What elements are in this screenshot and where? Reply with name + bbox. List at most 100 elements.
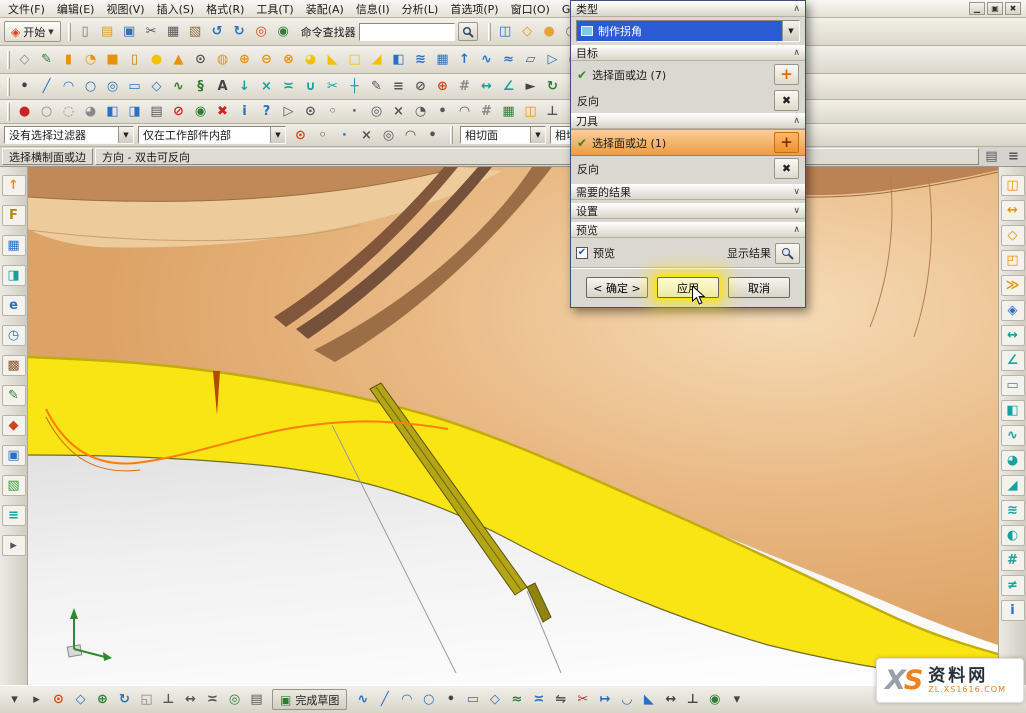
orient-view-icon[interactable]: ◇ xyxy=(517,21,538,42)
wcs-icon[interactable]: ⊕ xyxy=(432,76,453,97)
close-window-icon[interactable]: ✖ xyxy=(1005,2,1021,15)
mid-point-snap-icon[interactable]: ∙ xyxy=(334,125,355,146)
helix-icon[interactable]: § xyxy=(190,76,211,97)
process-studio-icon[interactable]: ✎ xyxy=(2,385,26,406)
collapse-chevron-icon[interactable]: ∧ xyxy=(793,225,800,235)
clip-section-icon[interactable]: ◨ xyxy=(124,101,145,122)
help-icon[interactable]: ? xyxy=(256,101,277,122)
render-style-icon[interactable]: ● xyxy=(14,101,35,122)
cancel-button[interactable]: 取消 xyxy=(728,277,790,298)
deviation-gauge-icon[interactable]: ≠ xyxy=(1001,575,1025,596)
command-finder-input[interactable] xyxy=(359,23,455,41)
tangent-point-icon[interactable]: ◠ xyxy=(454,101,475,122)
assembly-navigator-icon[interactable]: ↑ xyxy=(2,175,26,196)
settings-group-header[interactable]: 设置 ∨ xyxy=(571,203,805,219)
through-curves-icon[interactable]: ∿ xyxy=(476,49,497,70)
wireframe-style-icon[interactable]: ○ xyxy=(36,101,57,122)
sphere-icon[interactable]: ● xyxy=(146,49,167,70)
information-icon[interactable]: i xyxy=(234,101,255,122)
project-curve-icon[interactable]: ↓ xyxy=(234,76,255,97)
intersection-snap-icon[interactable]: × xyxy=(356,125,377,146)
quick-extend-icon[interactable]: ↦ xyxy=(594,689,615,710)
more-sketch-icon[interactable]: ▾ xyxy=(726,689,747,710)
target-reverse-button[interactable]: ✖ xyxy=(774,90,799,111)
existing-point-icon[interactable]: • xyxy=(432,101,453,122)
datum-plane-icon[interactable]: ◇ xyxy=(14,49,35,70)
revolve-icon[interactable]: ◔ xyxy=(80,49,101,70)
restore-window-icon[interactable]: ▣ xyxy=(987,2,1003,15)
auto-dimension-icon[interactable]: ↔ xyxy=(180,689,201,710)
menu-window[interactable]: 窗口(O) xyxy=(505,0,556,18)
result-group-header[interactable]: 需要的结果 ∨ xyxy=(571,184,805,200)
touch-mode-icon[interactable]: ◉ xyxy=(273,21,294,42)
constraint-display-icon[interactable]: ⊥ xyxy=(542,101,563,122)
corner-tool-face-extension[interactable] xyxy=(527,583,551,622)
intersect-icon[interactable]: ⊗ xyxy=(278,49,299,70)
intersection-point-icon[interactable]: × xyxy=(388,101,409,122)
assembly-display-icon[interactable]: ◫ xyxy=(520,101,541,122)
start-menu-button[interactable]: ◈ 开始 ▼ xyxy=(4,21,61,42)
hide-object-icon[interactable]: ⊘ xyxy=(168,101,189,122)
refresh-icon[interactable]: ↻ xyxy=(542,76,563,97)
move-component-icon[interactable]: ↔ xyxy=(1001,200,1025,221)
hole-icon[interactable]: ⊙ xyxy=(190,49,211,70)
select-filter-icon[interactable]: ▸ xyxy=(26,689,47,710)
offset-sketch-icon[interactable]: ≍ xyxy=(528,689,549,710)
tool-group-header[interactable]: 刀具 ∧ xyxy=(571,113,805,129)
selection-filter-dropdown[interactable]: 没有选择过滤器 ▼ xyxy=(4,126,134,144)
highlight-lines-icon[interactable]: ≋ xyxy=(1001,500,1025,521)
display-constraints-icon[interactable]: ◎ xyxy=(224,689,245,710)
edge-blend-icon[interactable]: ◕ xyxy=(300,49,321,70)
expand-chevron-icon[interactable]: ∨ xyxy=(793,187,800,197)
show-result-button[interactable] xyxy=(775,243,800,264)
measure-distance-icon[interactable]: ↔ xyxy=(476,76,497,97)
undo-icon[interactable]: ↺ xyxy=(207,21,228,42)
information-window-icon[interactable]: i xyxy=(1001,600,1025,621)
selection-scope-dropdown[interactable]: 仅在工作部件内部 ▼ xyxy=(138,126,286,144)
face-curvature-icon[interactable]: ◕ xyxy=(1001,450,1025,471)
work-plane-icon[interactable]: ◇ xyxy=(70,689,91,710)
menu-edit[interactable]: 编辑(E) xyxy=(51,0,101,18)
save-icon[interactable]: ▣ xyxy=(119,21,140,42)
tool-reverse-button[interactable]: ✖ xyxy=(774,158,799,179)
graphics-viewport[interactable] xyxy=(28,167,998,685)
reattach-sketch-icon[interactable]: ↻ xyxy=(114,689,135,710)
command-finder-search-button[interactable] xyxy=(458,22,478,41)
face-rule-dropdown[interactable]: 相切面 ▼ xyxy=(460,126,546,144)
paste-icon[interactable]: ▧ xyxy=(185,21,206,42)
quick-trim-icon[interactable]: ✂ xyxy=(572,689,593,710)
section-view-icon[interactable]: ◧ xyxy=(102,101,123,122)
copy-icon[interactable]: ▦ xyxy=(163,21,184,42)
continuous-dimension-icon[interactable]: ≍ xyxy=(202,689,223,710)
boundary-icon[interactable]: ▷ xyxy=(278,101,299,122)
snap-point-toggle-icon[interactable]: ⊙ xyxy=(290,125,311,146)
block-icon[interactable]: ■ xyxy=(102,49,123,70)
swept-icon[interactable]: ≈ xyxy=(498,49,519,70)
text-curve-icon[interactable]: A xyxy=(212,76,233,97)
measure-tool-icon[interactable]: ↔ xyxy=(1001,325,1025,346)
bridge-curve-icon[interactable]: ∪ xyxy=(300,76,321,97)
end-point-snap-icon[interactable]: ◦ xyxy=(312,125,333,146)
tool-select-row[interactable]: ✔ 选择面或边 (1) + xyxy=(571,129,805,156)
unite-icon[interactable]: ⊕ xyxy=(234,49,255,70)
toolbar-grip[interactable] xyxy=(7,78,10,96)
trim-body-icon[interactable]: ◧ xyxy=(388,49,409,70)
roles-icon[interactable]: ◆ xyxy=(2,415,26,436)
web-browser-icon[interactable]: e xyxy=(2,295,26,316)
tangent-snap-icon[interactable]: ◠ xyxy=(400,125,421,146)
history-icon[interactable]: ◷ xyxy=(2,325,26,346)
dimension-icon[interactable]: ↔ xyxy=(660,689,681,710)
patch-icon[interactable]: ▦ xyxy=(432,49,453,70)
shaded-view-icon[interactable]: ● xyxy=(539,21,560,42)
class-selection-icon[interactable]: ► xyxy=(520,76,541,97)
show-object-icon[interactable]: ◉ xyxy=(190,101,211,122)
offset-curve-icon[interactable]: ≍ xyxy=(278,76,299,97)
boss-icon[interactable]: ◍ xyxy=(212,49,233,70)
measure-angle-icon[interactable]: ∠ xyxy=(498,76,519,97)
assembly-constraints-icon[interactable]: ◫ xyxy=(1001,175,1025,196)
line-icon[interactable]: ╱ xyxy=(36,76,57,97)
system-scenes-icon[interactable]: ▣ xyxy=(2,445,26,466)
draft-icon[interactable]: ◢ xyxy=(366,49,387,70)
n-sided-surface-icon[interactable]: ▷ xyxy=(542,49,563,70)
menu-assemblies[interactable]: 装配(A) xyxy=(300,0,350,18)
